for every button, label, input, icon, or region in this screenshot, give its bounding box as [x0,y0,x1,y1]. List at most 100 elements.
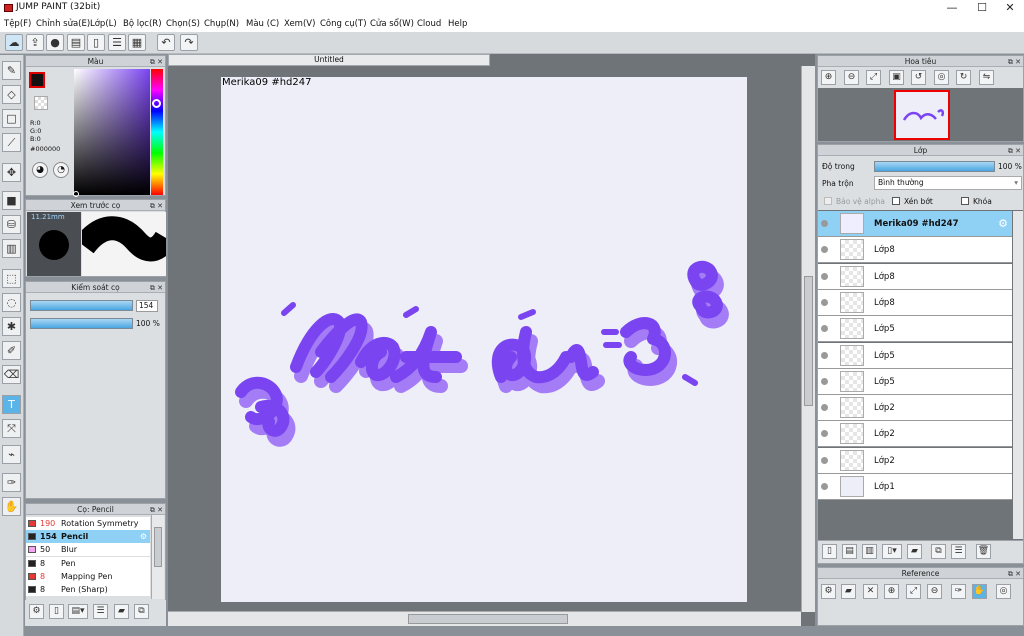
clipping-checkbox[interactable] [892,197,900,205]
menu-select[interactable]: Chọn(S) [166,19,200,29]
brush-list-item[interactable]: 8 Pen (Sharp) [26,583,150,596]
panel-close-icon[interactable]: ⧉ ✕ [150,201,163,212]
palette-icon[interactable]: ◕ [32,162,48,178]
panel-close-icon[interactable]: ⧉ ✕ [1008,569,1021,580]
rotate-left-icon[interactable]: ↺ [911,70,926,85]
layer-opacity-slider[interactable] [874,161,995,172]
menu-cloud[interactable]: Cloud [417,19,441,29]
delete-layer-icon[interactable]: 🗑 [976,544,991,559]
redo-icon[interactable]: ↷ [180,34,198,51]
flip-icon[interactable]: ⇋ [979,70,994,85]
move-tool-icon[interactable]: ✥ [2,163,21,182]
saturation-value-picker[interactable] [74,69,150,195]
rotate-right-icon[interactable]: ↻ [956,70,971,85]
layer-row[interactable]: Lớp5 [818,316,1012,343]
layer-row[interactable]: Lớp1 [818,474,1012,500]
brush-size-slider[interactable] [30,300,133,311]
line-tool-icon[interactable]: ⟋ [2,133,21,152]
visibility-icon[interactable] [821,456,828,464]
canvas-vertical-scrollbar[interactable] [801,66,815,612]
merge-layer-icon[interactable]: ☰ [951,544,966,559]
brush-settings-icon[interactable]: ☰ [93,604,108,619]
layer-row[interactable]: Lớp8 [818,289,1012,316]
hue-slider[interactable] [151,69,163,195]
menu-filter[interactable]: Bộ lọc(R) [123,19,162,29]
gear-icon[interactable]: ⚙ [998,217,1008,230]
menu-layer[interactable]: Lớp(L) [90,19,117,29]
gradient-tool-icon[interactable]: ▥ [2,239,21,258]
visibility-icon[interactable] [821,298,828,306]
visibility-icon[interactable] [821,351,828,359]
reference-hand-icon[interactable]: ✋ [972,584,987,599]
transform-tool-icon[interactable]: ⤧ [2,419,21,438]
grid-icon[interactable]: ▦ [128,34,146,51]
hand-tool-icon[interactable]: ✋ [2,497,21,516]
panel-close-icon[interactable]: ⧉ ✕ [1008,146,1021,157]
visibility-icon[interactable] [821,377,828,385]
fit-icon[interactable]: ⤢ [866,70,881,85]
new-brush-icon[interactable]: ▯ [49,604,64,619]
brush-tool-icon[interactable]: ✎ [2,61,21,80]
canvas-page[interactable]: Merika09 #hd247 [221,77,747,602]
menu-tools[interactable]: Công cụ(T) [320,19,367,29]
maximize-icon[interactable]: ☐ [968,0,996,16]
undo-icon[interactable]: ↶ [157,34,175,51]
bucket-tool-icon[interactable]: ⛁ [2,215,21,234]
brush-list-item[interactable]: 8 Pen [26,556,150,570]
layer-row-text[interactable]: ⚙ Merika09 #hd247 [818,211,1012,237]
brush-list-item[interactable]: 50 Blur [26,543,150,557]
zoom-in-icon[interactable]: ⊕ [821,70,836,85]
duplicate-icon[interactable]: ⧉ [134,604,149,619]
brush-list-item[interactable]: 8 Mapping Pen [26,569,150,583]
visibility-icon[interactable] [821,272,828,280]
menu-capture[interactable]: Chụp(N) [204,19,239,29]
text-tool-icon[interactable]: T [2,395,21,414]
layer-row[interactable]: Lớp2 [818,421,1012,448]
reset-rotation-icon[interactable]: ◎ [934,70,949,85]
color-wheel-icon[interactable]: ◔ [53,162,69,178]
gear-icon[interactable]: ⚙ [140,530,147,543]
lasso-tool-icon[interactable]: ◌ [2,293,21,312]
actual-size-icon[interactable]: ▣ [889,70,904,85]
transparent-color-swatch[interactable] [34,96,48,110]
new-layer-copy-icon[interactable]: ▤ [842,544,857,559]
menu-color[interactable]: Màu (C) [246,19,279,29]
menu-file[interactable]: Tệp(F) [4,19,31,29]
select-eraser-tool-icon[interactable]: ⌫ [2,365,21,384]
foreground-color-swatch[interactable] [29,72,45,88]
new-layer-icon[interactable]: ▯ [822,544,837,559]
rect-select-tool-icon[interactable]: □ [2,109,21,128]
reference-folder-icon[interactable]: ▰ [841,584,856,599]
panel-close-icon[interactable]: ⧉ ✕ [150,57,163,68]
layer-row[interactable]: Lớp8 [818,237,1012,264]
visibility-icon[interactable] [821,430,828,438]
select-pen-tool-icon[interactable]: ✐ [2,341,21,360]
layer-row[interactable]: Lớp2 [818,395,1012,422]
sv-picker-handle[interactable] [73,191,79,197]
select-tool-icon[interactable]: ⬚ [2,269,21,288]
comment-icon[interactable]: ● [46,34,64,51]
menu-window[interactable]: Cửa sổ(W) [370,19,414,29]
lock-checkbox[interactable] [961,197,969,205]
layer-row[interactable]: Lớp8 [818,263,1012,290]
visibility-icon[interactable] [821,483,828,490]
list-icon[interactable]: ☰ [108,34,126,51]
layer-row[interactable]: Lớp5 [818,368,1012,395]
brush-icon[interactable]: ⚙ [29,604,44,619]
document-tab[interactable]: Untitled [168,54,490,66]
navigator-preview[interactable] [818,88,1023,141]
new-raster-icon[interactable]: ▥ [862,544,877,559]
minimize-icon[interactable]: — [938,0,966,16]
blend-mode-select[interactable]: Bình thường ▾ [874,176,1022,190]
reference-fit-icon[interactable]: ⤢ [906,584,921,599]
layer-list-scrollbar[interactable] [1013,211,1023,539]
reference-eyedropper-icon[interactable]: ✑ [951,584,966,599]
layer-folder-icon[interactable]: ▰ [907,544,922,559]
layer-row[interactable]: Lớp2 [818,447,1012,474]
cloud-icon[interactable]: ☁ [5,34,23,51]
reference-zoom-out-icon[interactable]: ⊖ [927,584,942,599]
eraser-tool-icon[interactable]: ◇ [2,85,21,104]
reference-zoom-in-icon[interactable]: ⊕ [884,584,899,599]
folder-icon[interactable]: ▰ [114,604,129,619]
share-icon[interactable]: ⇪ [26,34,44,51]
